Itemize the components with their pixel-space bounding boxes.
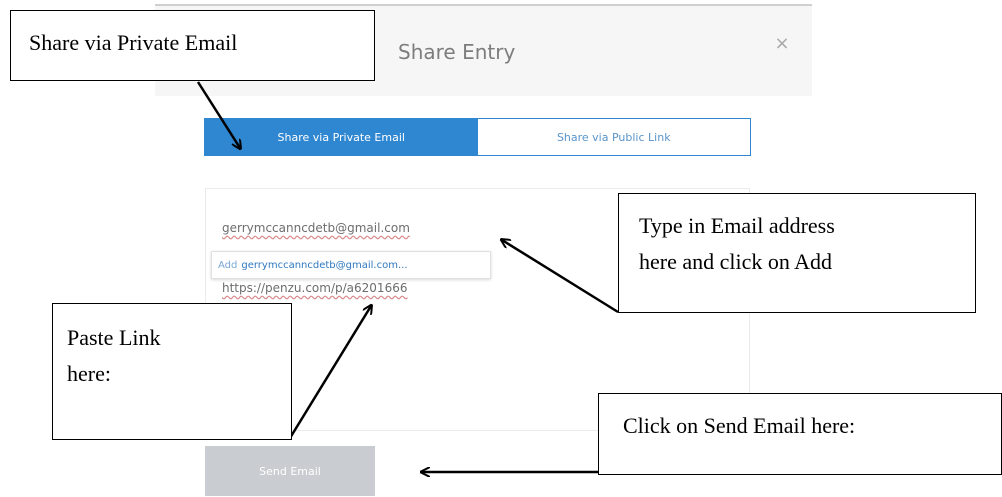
annotation-share-private-email: Share via Private Email <box>10 10 375 81</box>
annotation-text-line: Type in Email address <box>639 213 835 238</box>
add-label: Add <box>218 259 238 271</box>
tab-share-private-email[interactable]: Share via Private Email <box>205 119 478 155</box>
dialog-title: Share Entry <box>398 40 516 64</box>
add-email-suggestion[interactable]: Add gerrymccanncdetb@gmail.com... <box>211 251 491 279</box>
annotation-type-email: Type in Email address here and click on … <box>618 193 976 313</box>
annotation-text-line: here: <box>67 361 111 386</box>
annotation-paste-link: Paste Link here: <box>52 303 292 440</box>
send-email-button[interactable]: Send Email <box>205 446 375 496</box>
share-method-tabs: Share via Private Email Share via Public… <box>204 118 751 156</box>
annotation-text: Share via Private Email <box>29 30 238 55</box>
email-input[interactable]: gerrymccanncdetb@gmail.com <box>222 221 410 235</box>
suggested-email: gerrymccanncdetb@gmail.com... <box>241 259 408 271</box>
annotation-text: Click on Send Email here: <box>623 413 856 438</box>
tab-share-public-link[interactable]: Share via Public Link <box>477 119 750 155</box>
annotation-text-line: here and click on Add <box>639 249 833 274</box>
annotation-text-line: Paste Link <box>67 325 161 350</box>
close-icon[interactable]: × <box>772 34 792 54</box>
message-body[interactable]: https://penzu.com/p/a6201666 <box>222 281 407 295</box>
annotation-send-email: Click on Send Email here: <box>598 393 1002 475</box>
